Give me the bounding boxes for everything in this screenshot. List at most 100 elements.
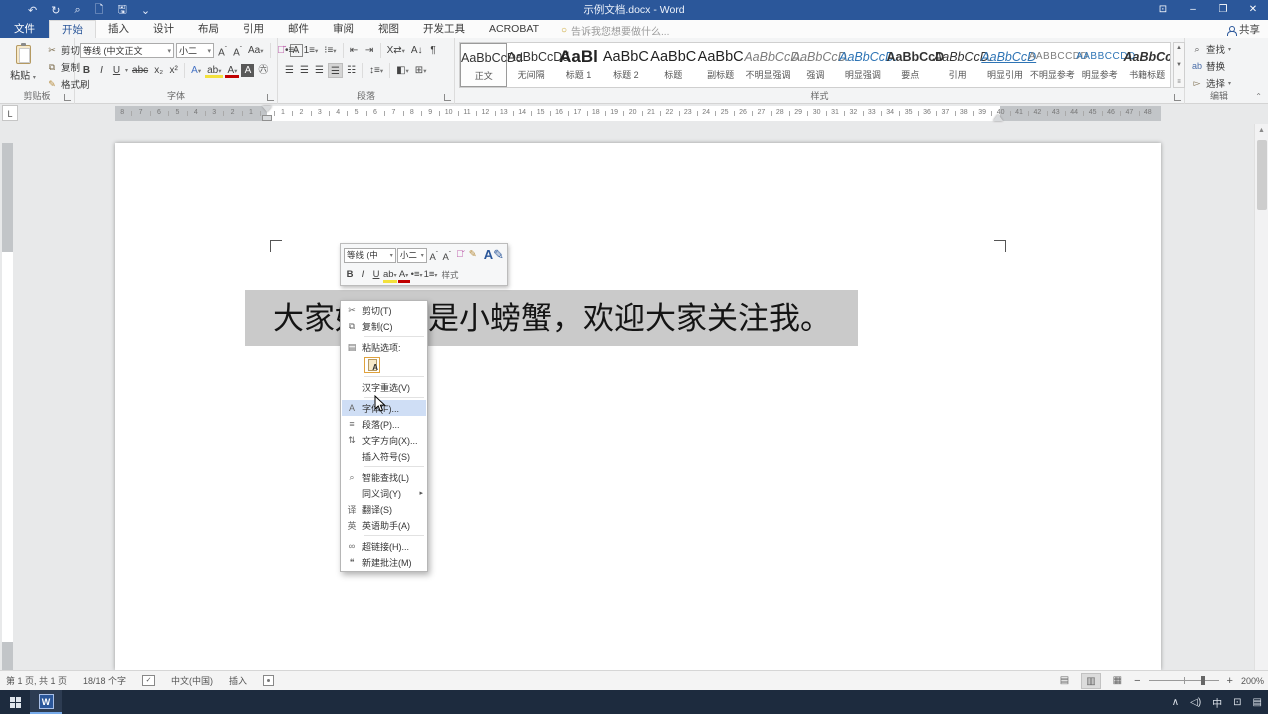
zoom-level[interactable]: 200%	[1241, 676, 1264, 686]
change-case-button[interactable]: Aa▾	[246, 43, 266, 58]
style-item-4[interactable]: AaBbC标题	[650, 43, 697, 87]
tab-review[interactable]: 审阅	[321, 20, 366, 38]
enclose-characters-button[interactable]: ㊅	[256, 63, 270, 78]
mini-underline-button[interactable]: U	[370, 267, 382, 283]
distribute-button[interactable]: ☷	[345, 63, 358, 78]
replace-button[interactable]: ab替换	[1191, 59, 1231, 73]
italic-button[interactable]: I	[95, 63, 108, 78]
font-size-combo[interactable]: 小二▾	[176, 43, 214, 58]
vertical-scrollbar[interactable]: ▲	[1254, 124, 1268, 670]
insert-mode-status[interactable]: 插入	[229, 674, 247, 687]
style-item-13[interactable]: AABBCCDD明显参考	[1076, 43, 1123, 87]
page-number-status[interactable]: 第 1 页, 共 1 页	[6, 674, 67, 687]
decrease-indent-button[interactable]: ⇤	[348, 43, 361, 58]
strikethrough-button[interactable]: abc	[130, 63, 150, 78]
scroll-up-icon[interactable]: ▲	[1255, 124, 1268, 134]
underline-button[interactable]: U	[110, 63, 123, 78]
tab-view[interactable]: 视图	[366, 20, 411, 38]
tab-developer[interactable]: 开发工具	[411, 20, 477, 38]
bold-button[interactable]: B	[80, 63, 93, 78]
minimize-button[interactable]: –	[1178, 0, 1208, 20]
menu-item-insert-symbol[interactable]: 插入符号(S)	[342, 448, 426, 464]
multilevel-list-button[interactable]: ⁝≡▾	[322, 43, 338, 58]
tab-stop-selector[interactable]: L	[2, 105, 18, 121]
style-item-7[interactable]: AaBbCcD.强调	[792, 43, 839, 87]
style-item-3[interactable]: AaBbC标题 2	[602, 43, 649, 87]
style-item-1[interactable]: AaBbCcDd无间隔	[507, 43, 554, 87]
scrollbar-thumb[interactable]	[1257, 140, 1267, 210]
tab-references[interactable]: 引用	[231, 20, 276, 38]
ime-chinese-icon[interactable]: 中	[1212, 695, 1222, 710]
subscript-button[interactable]: x₂	[152, 63, 165, 78]
proofing-status-icon[interactable]: ✓	[142, 675, 155, 686]
numbering-button[interactable]: 1≡▾	[302, 43, 321, 58]
text-highlight-button[interactable]: ab▾	[205, 63, 223, 78]
sort-button[interactable]: A↓	[409, 43, 425, 58]
align-center-button[interactable]: ☰	[298, 63, 311, 78]
style-item-9[interactable]: AaBbCcD要点	[887, 43, 934, 87]
paragraph-dialog-launcher[interactable]	[444, 94, 451, 101]
mini-styles-icon[interactable]: A✎	[484, 247, 504, 263]
tab-file[interactable]: 文件	[0, 20, 49, 38]
language-status[interactable]: 中文(中国)	[171, 674, 213, 687]
tab-mailings[interactable]: 邮件	[276, 20, 321, 38]
menu-item-text-direction[interactable]: ⇅文字方向(X)...	[342, 432, 426, 448]
document-page[interactable]: 大家好，我是小螃蟹，欢迎大家关注我。	[115, 143, 1161, 670]
show-hide-marks-button[interactable]: ¶	[427, 43, 440, 58]
borders-button[interactable]: ⊞▾	[413, 63, 429, 78]
paste-keep-source-formatting-button[interactable]: A	[342, 355, 426, 374]
close-button[interactable]: ✕	[1238, 0, 1268, 20]
tab-home[interactable]: 开始	[49, 20, 96, 38]
styles-scroll-up-icon[interactable]: ▲	[1176, 45, 1182, 51]
menu-item-paragraph[interactable]: ≡段落(P)...	[342, 416, 426, 432]
mini-highlight-button[interactable]: ab▾	[383, 267, 397, 283]
menu-item-hanzi-reselect[interactable]: 汉字重选(V)	[342, 379, 426, 395]
mini-bold-button[interactable]: B	[344, 267, 356, 283]
paste-dropdown-arrow[interactable]: ▾	[33, 75, 36, 81]
menu-item-english-assistant[interactable]: 英英语助手(A)	[342, 517, 426, 533]
increase-indent-button[interactable]: ⇥	[363, 43, 376, 58]
character-shading-button[interactable]: A	[241, 64, 254, 77]
web-layout-button[interactable]: ▦	[1109, 673, 1126, 689]
bullets-button[interactable]: •≡▾	[283, 43, 300, 58]
taskbar-word-button[interactable]: W	[30, 690, 62, 714]
style-item-0[interactable]: AaBbCcDd正文	[460, 43, 507, 87]
find-button[interactable]: ⌕查找▾	[1191, 42, 1231, 56]
volume-icon[interactable]: ◁)	[1190, 697, 1201, 708]
start-button[interactable]	[0, 690, 30, 714]
underline-dropdown-arrow[interactable]: ▾	[125, 67, 128, 74]
collapse-ribbon-button[interactable]: ⌃	[1255, 92, 1262, 101]
mini-phonetic-guide-button[interactable]: 文̆	[454, 247, 466, 263]
menu-item-smart-lookup[interactable]: ⌕智能查找(L)	[342, 469, 426, 485]
menu-item-synonyms[interactable]: 同义词(Y)▸	[342, 485, 426, 501]
mini-format-painter-button[interactable]: ✎	[467, 247, 479, 263]
zoom-out-button[interactable]: −	[1134, 675, 1140, 687]
menu-item-copy[interactable]: ⧉复制(C)	[342, 318, 426, 334]
style-item-12[interactable]: AABBCCDD不明显参考	[1029, 43, 1076, 87]
mini-font-name-combo[interactable]: 等线 (中▾	[344, 248, 396, 263]
first-line-indent-marker[interactable]	[262, 106, 272, 112]
style-item-2[interactable]: AaBl标题 1	[555, 43, 602, 87]
style-item-5[interactable]: AaBbC副标题	[697, 43, 744, 87]
style-item-10[interactable]: AaBbCcD.引用	[934, 43, 981, 87]
asian-layout-button[interactable]: X⇄▾	[385, 43, 407, 58]
restore-button[interactable]: ❐	[1208, 0, 1238, 20]
style-item-8[interactable]: AaBbCcD.明显强调	[839, 43, 886, 87]
mini-bullets-button[interactable]: •≡▾	[411, 267, 423, 283]
align-right-button[interactable]: ☰	[313, 63, 326, 78]
menu-item-hyperlink[interactable]: ∞超链接(H)...	[342, 538, 426, 554]
style-item-14[interactable]: AaBbCcD书籍标题	[1123, 43, 1170, 87]
shading-button[interactable]: ◧▾	[394, 63, 411, 78]
styles-scroll-down-icon[interactable]: ▼	[1176, 62, 1182, 68]
mini-numbering-button[interactable]: 1≡▾	[424, 267, 438, 283]
menu-item-cut[interactable]: ✂剪切(T)	[342, 302, 426, 318]
style-item-11[interactable]: AaBbCcD明显引用	[981, 43, 1028, 87]
mini-font-size-combo[interactable]: 小二▾	[397, 248, 427, 263]
mini-shrink-font-button[interactable]: Aˇ	[441, 247, 453, 263]
ribbon-display-options-button[interactable]: ⊡	[1148, 0, 1178, 20]
tab-insert[interactable]: 插入	[96, 20, 141, 38]
shrink-font-button[interactable]: Aˇ	[231, 43, 244, 58]
styles-more-icon[interactable]: ≡	[1177, 79, 1181, 85]
tab-layout[interactable]: 布局	[186, 20, 231, 38]
mini-italic-button[interactable]: I	[357, 267, 369, 283]
